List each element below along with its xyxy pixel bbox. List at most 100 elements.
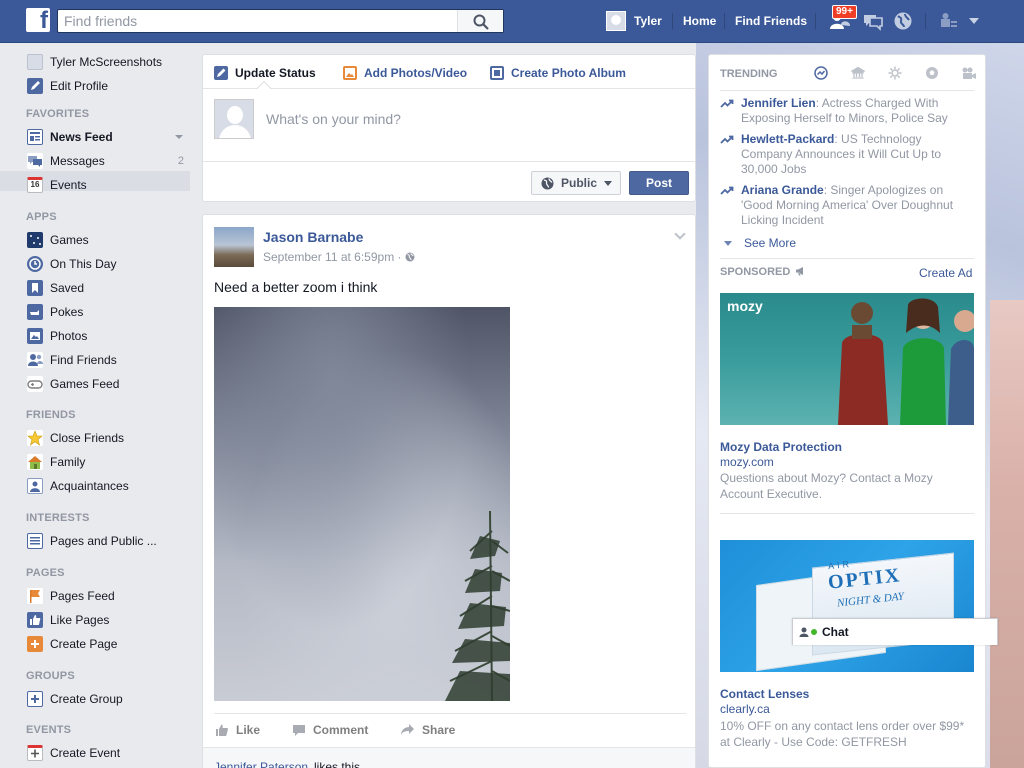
search-input[interactable]	[58, 10, 458, 32]
sidebar-item-messages[interactable]: Messages 2	[27, 151, 190, 171]
post-button[interactable]: Post	[629, 171, 689, 195]
sidebar-item-games[interactable]: Games	[27, 230, 89, 250]
sidebar-item-label: Find Friends	[50, 353, 117, 367]
likes-summary: Jennifer Paterson likes this.	[203, 747, 695, 768]
like-button[interactable]: Like	[215, 722, 260, 738]
ad-title-link[interactable]: Mozy Data Protection	[720, 440, 842, 454]
audience-selector-button[interactable]: Public	[531, 171, 621, 195]
ad-image-mozy[interactable]: mozy	[720, 293, 974, 425]
sponsored-heading: SPONSORED	[720, 266, 807, 278]
sidebar-section-favorites: FAVORITES	[26, 108, 90, 120]
globe-icon	[405, 252, 415, 262]
messages-icon[interactable]	[862, 11, 884, 31]
sidebar-item-acquaintances[interactable]: Acquaintances	[27, 476, 129, 496]
nav-profile-link[interactable]: Tyler	[606, 11, 662, 31]
sidebar-item-create-event[interactable]: Create Event	[27, 743, 120, 763]
photo-video-icon	[343, 65, 357, 80]
sidebar-item-label: Messages	[50, 154, 105, 168]
trending-politics-icon[interactable]	[839, 64, 876, 82]
ad-title-link[interactable]: Contact Lenses	[720, 687, 809, 701]
tree-silhouette	[445, 511, 510, 701]
create-ad-link[interactable]: Create Ad	[919, 266, 972, 280]
account-caret-icon[interactable]	[969, 18, 979, 24]
sidebar-item-pages-feed[interactable]: Pages Feed	[27, 586, 115, 606]
trending-topic-name[interactable]: Jennifer Lien	[741, 96, 816, 110]
privacy-shortcuts-icon[interactable]	[938, 11, 960, 31]
sidebar-item-news-feed[interactable]: News Feed	[27, 127, 113, 147]
ad-people-photo	[838, 298, 974, 425]
sidebar-item-saved[interactable]: Saved	[27, 278, 84, 298]
composer-avatar	[214, 99, 254, 139]
story-author-link[interactable]: Jason Barnabe	[263, 229, 363, 245]
sidebar-item-pokes[interactable]: Pokes	[27, 302, 83, 322]
sidebar-item-create-page[interactable]: Create Page	[27, 634, 117, 654]
trending-sports-icon[interactable]	[913, 64, 950, 82]
sidebar-section-groups: GROUPS	[26, 670, 75, 682]
status-input[interactable]	[266, 111, 686, 127]
status-composer: Update Status Add Photos/Video Create Ph…	[202, 54, 696, 202]
nav-divider	[925, 13, 926, 29]
tab-add-photos-video[interactable]: Add Photos/Video	[343, 64, 467, 81]
nav-home-link[interactable]: Home	[683, 14, 716, 28]
sidebar-profile-link[interactable]: Tyler McScreenshots	[27, 52, 162, 72]
sidebar-item-label: Create Event	[50, 746, 121, 760]
sidebar-item-create-group[interactable]: Create Group	[27, 689, 123, 709]
facebook-logo-icon[interactable]: f	[26, 7, 50, 34]
ad-url[interactable]: clearly.ca	[720, 702, 770, 716]
globe-icon	[541, 177, 554, 189]
sidebar-section-interests: INTERESTS	[26, 512, 90, 524]
trending-entertainment-icon[interactable]	[950, 64, 987, 82]
tab-create-photo-album[interactable]: Create Photo Album	[490, 64, 626, 81]
composer-divider	[203, 161, 695, 162]
flag-icon	[27, 588, 43, 604]
comment-button[interactable]: Comment	[292, 722, 368, 738]
see-more-trending-link[interactable]: See More	[724, 236, 796, 250]
ad-description: 10% OFF on any contact lens order over $…	[720, 719, 965, 749]
bookmark-icon	[27, 280, 43, 296]
trending-topic-name[interactable]: Hewlett-Packard	[741, 132, 834, 146]
story-timestamp[interactable]: September 11 at 6:59pm ·	[263, 250, 415, 264]
story-divider	[214, 713, 686, 714]
share-button[interactable]: Share	[400, 722, 455, 738]
ad-url[interactable]: mozy.com	[720, 455, 774, 469]
sidebar-item-games-feed[interactable]: Games Feed	[27, 374, 119, 394]
story-options-chevron-icon[interactable]	[674, 228, 686, 240]
news-feed-options-caret-icon[interactable]	[175, 135, 183, 139]
sidebar-item-pages-and-public[interactable]: Pages and Public ...	[27, 531, 157, 551]
sidebar-item-photos[interactable]: Photos	[27, 326, 87, 346]
trending-topic-name[interactable]: Ariana Grande	[741, 183, 824, 197]
sidebar-item-events[interactable]: 16 Events	[27, 175, 87, 195]
sidebar-item-label: Pokes	[50, 305, 84, 319]
nav-find-friends-link[interactable]: Find Friends	[735, 14, 807, 28]
tab-label: Create Photo Album	[511, 65, 626, 80]
sidebar-item-edit-profile[interactable]: Edit Profile	[27, 76, 108, 96]
trending-science-icon[interactable]	[876, 64, 913, 82]
notifications-globe-icon[interactable]	[892, 11, 914, 31]
chat-tab[interactable]: Chat	[792, 618, 998, 645]
like-label: Like	[236, 723, 261, 737]
share-arrow-icon	[401, 724, 414, 735]
sidebar-item-label: Create Page	[50, 637, 118, 651]
chat-label: Chat	[822, 625, 849, 639]
trending-top-icon[interactable]	[802, 64, 839, 82]
sidebar-item-like-pages[interactable]: Like Pages	[27, 610, 109, 630]
news-feed-icon	[27, 129, 43, 145]
search-button[interactable]	[457, 10, 503, 32]
left-sidebar: Tyler McScreenshots Edit Profile FAVORIT…	[0, 43, 190, 768]
tab-update-status[interactable]: Update Status	[214, 64, 316, 81]
author-avatar[interactable]	[214, 227, 254, 267]
sidebar-item-find-friends[interactable]: Find Friends	[27, 350, 117, 370]
active-tab-notch	[256, 80, 272, 96]
liker-link[interactable]: Jennifer Paterson	[214, 760, 308, 768]
audience-label: Public	[561, 176, 598, 190]
see-more-label: See More	[744, 236, 797, 250]
share-label: Share	[422, 723, 456, 737]
find-friends-icon	[27, 352, 43, 368]
sidebar-item-label: Acquaintances	[50, 479, 129, 493]
star-icon	[27, 430, 43, 446]
sidebar-item-close-friends[interactable]: Close Friends	[27, 428, 124, 448]
sidebar-item-on-this-day[interactable]: On This Day	[27, 254, 116, 274]
sidebar-item-family[interactable]: Family	[27, 452, 85, 472]
ad-image-clearly[interactable]: AIR OPTIX NIGHT & DAY	[720, 540, 974, 672]
story-photo[interactable]	[214, 307, 510, 701]
